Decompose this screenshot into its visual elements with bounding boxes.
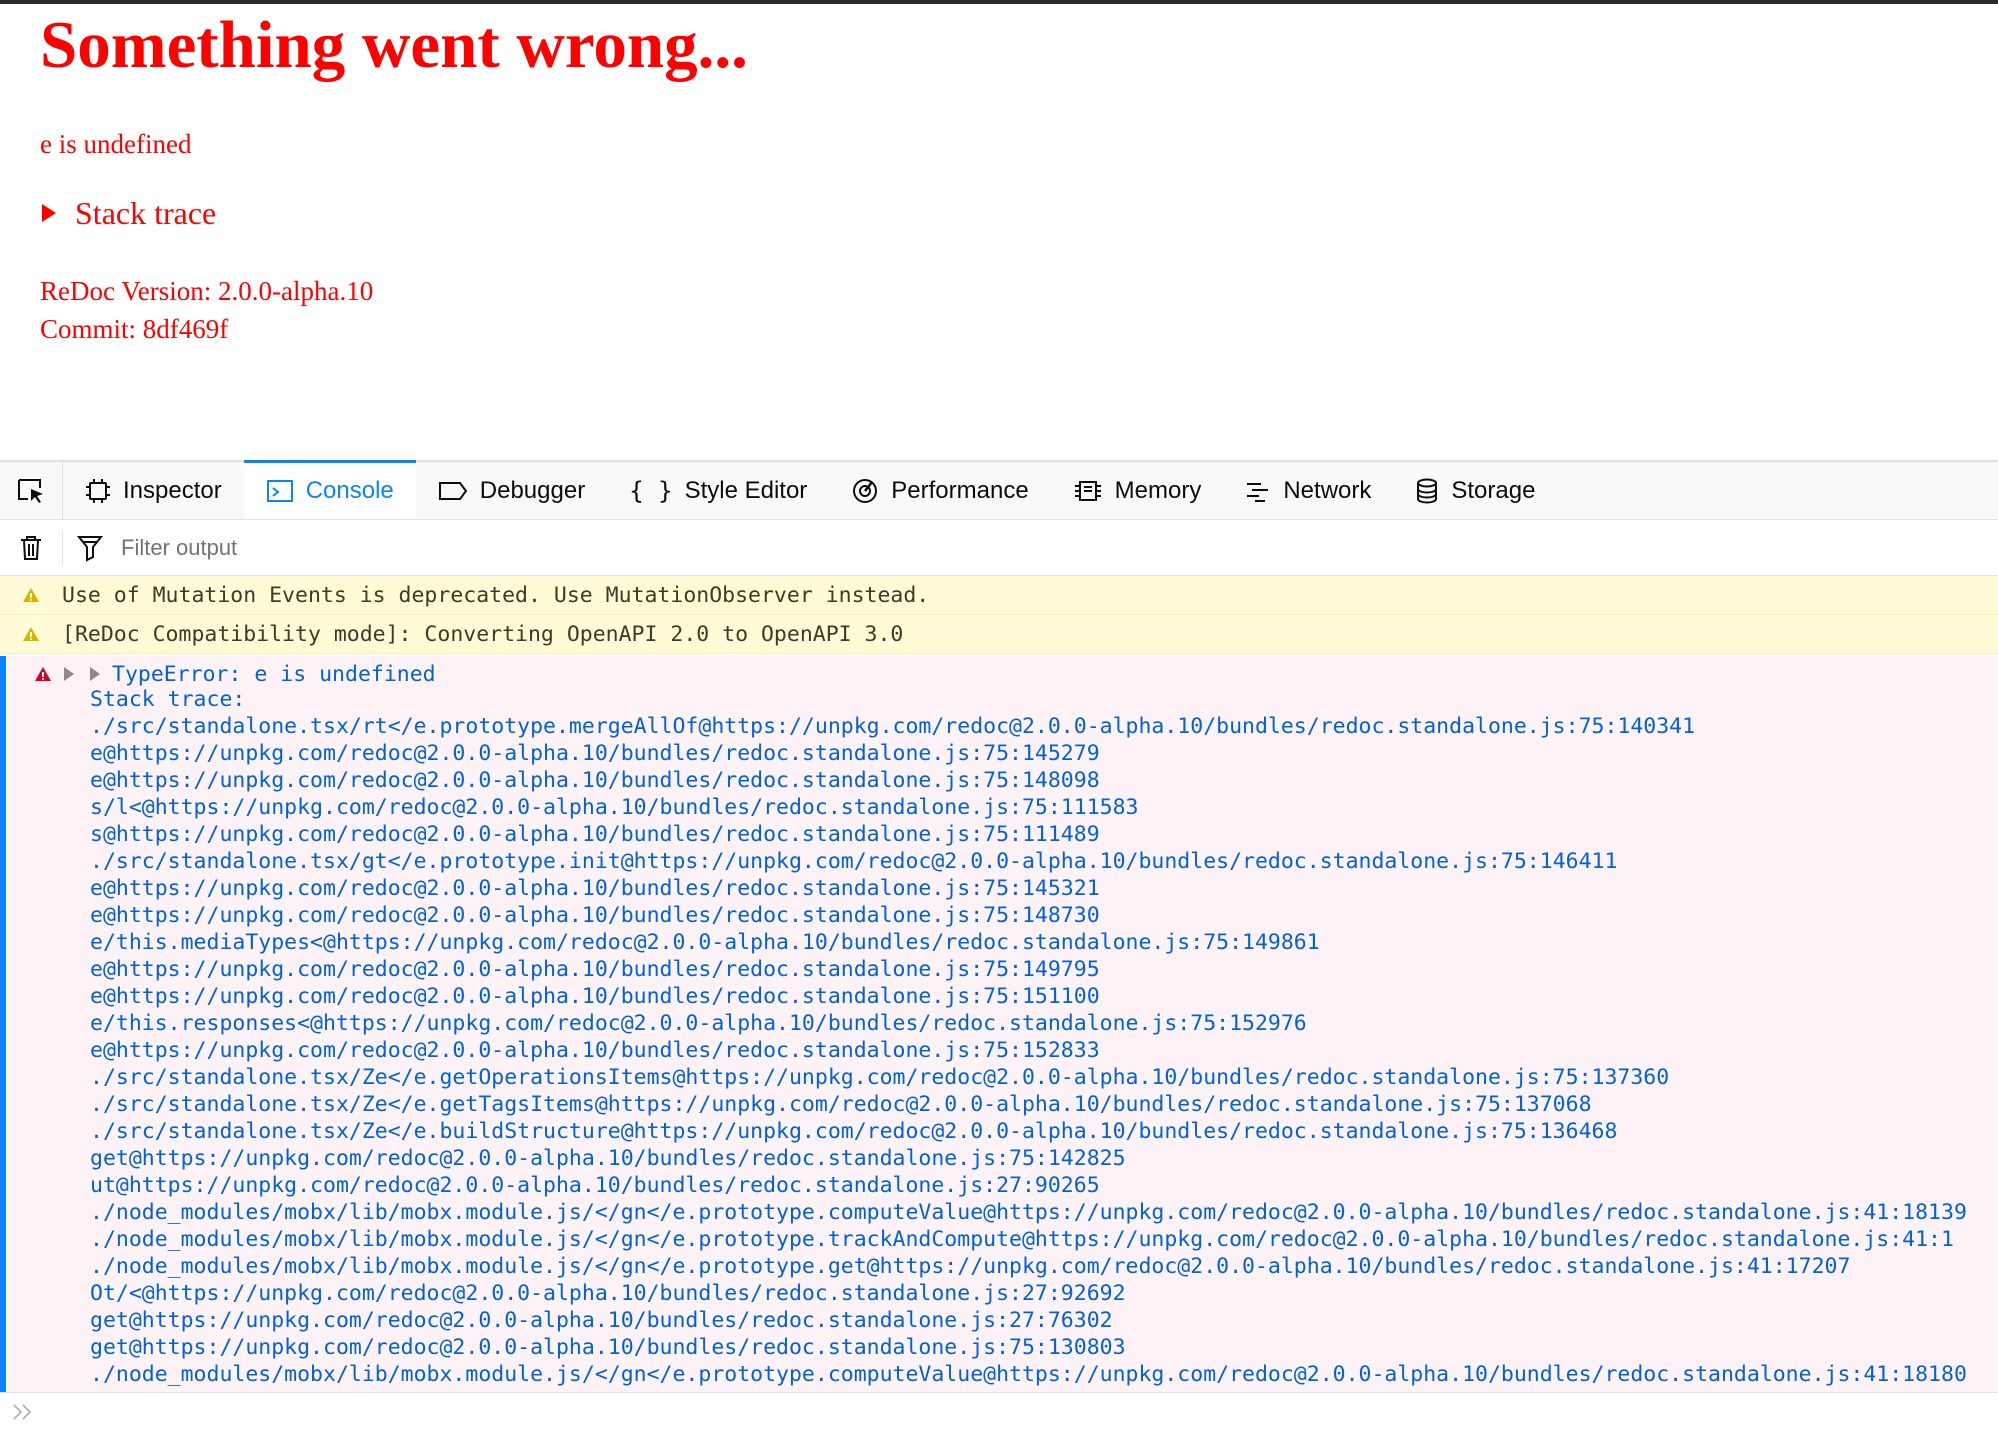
tab-style-editor[interactable]: { } Style Editor [607, 462, 829, 519]
filter-output-input[interactable] [119, 533, 723, 562]
stack-frame[interactable]: ./node_modules/mobx/lib/mobx.module.js/<… [90, 1226, 1967, 1253]
stack-frame[interactable]: e@https://unpkg.com/redoc@2.0.0-alpha.10… [90, 875, 1967, 902]
tab-network[interactable]: Network [1223, 462, 1393, 519]
style-editor-icon: { } [629, 476, 673, 505]
warning-icon [0, 587, 62, 603]
stack-frame[interactable]: e@https://unpkg.com/redoc@2.0.0-alpha.10… [90, 956, 1967, 983]
tab-label: Debugger [479, 476, 586, 504]
stack-trace-label: Stack trace [75, 195, 217, 231]
stack-frame[interactable]: ./src/standalone.tsx/rt</e.prototype.mer… [90, 713, 1967, 740]
stack-trace-frames: Stack trace: ./src/standalone.tsx/rt</e.… [90, 686, 1967, 1388]
stack-frame[interactable]: e@https://unpkg.com/redoc@2.0.0-alpha.10… [90, 983, 1967, 1010]
stack-frame[interactable]: e/this.mediaTypes<@https://unpkg.com/red… [90, 929, 1967, 956]
stack-frame[interactable]: ./node_modules/mobx/lib/mobx.module.js/<… [90, 1361, 1967, 1388]
tab-label: Inspector [123, 476, 222, 504]
tab-memory[interactable]: Memory [1051, 462, 1224, 519]
commit-hash: Commit: 8df469f [40, 314, 229, 344]
error-icon [35, 667, 51, 681]
storage-icon [1415, 477, 1439, 505]
console-output: Use of Mutation Events is deprecated. Us… [0, 576, 1998, 1392]
error-message: e is undefined [40, 129, 192, 159]
performance-icon [851, 477, 879, 505]
stack-trace-toggle[interactable]: Stack trace [40, 194, 216, 232]
stack-frame[interactable]: e@https://unpkg.com/redoc@2.0.0-alpha.10… [90, 740, 1967, 767]
warning-message: Use of Mutation Events is deprecated. Us… [62, 582, 930, 608]
console-warning-row: [ReDoc Compatibility mode]: Converting O… [0, 615, 1998, 654]
tab-label: Storage [1451, 476, 1536, 504]
devtools-toolbar: Inspector Console Debugger { } Style Edi… [0, 460, 1998, 520]
stack-frame[interactable]: e@https://unpkg.com/redoc@2.0.0-alpha.10… [90, 1037, 1967, 1064]
memory-icon [1073, 478, 1103, 504]
stack-frame[interactable]: e@https://unpkg.com/redoc@2.0.0-alpha.10… [90, 902, 1967, 929]
warning-message: [ReDoc Compatibility mode]: Converting O… [62, 621, 904, 647]
tab-label: Performance [891, 476, 1029, 504]
stack-frame[interactable]: ut@https://unpkg.com/redoc@2.0.0-alpha.1… [90, 1172, 1967, 1199]
stack-frame[interactable]: Ot/<@https://unpkg.com/redoc@2.0.0-alpha… [90, 1280, 1967, 1307]
redoc-error-page: Something went wrong... e is undefined S… [0, 4, 1998, 460]
stack-frame[interactable]: get@https://unpkg.com/redoc@2.0.0-alpha.… [90, 1334, 1967, 1361]
version-info: ReDoc Version: 2.0.0-alpha.10 Commit: 8d… [40, 272, 373, 348]
stack-frame[interactable]: e/this.responses<@https://unpkg.com/redo… [90, 1010, 1967, 1037]
tab-label: Network [1283, 476, 1372, 504]
console-filter-bar [0, 520, 1998, 576]
warning-icon [0, 626, 62, 642]
tab-label: Memory [1114, 476, 1202, 504]
debugger-icon [438, 479, 468, 503]
element-picker-icon [18, 478, 43, 503]
console-warning-row: Use of Mutation Events is deprecated. Us… [0, 576, 1998, 615]
stack-trace-label: Stack trace: [90, 687, 246, 712]
inspector-icon [85, 478, 111, 504]
console-input-row [0, 1392, 1998, 1431]
error-header[interactable]: TypeError: e is undefined [34, 660, 436, 688]
page-title: Something went wrong... [40, 8, 748, 82]
console-icon [266, 478, 294, 504]
expand-arrow-icon [64, 667, 74, 681]
disclosure-triangle-icon [42, 204, 56, 222]
tab-inspector[interactable]: Inspector [63, 462, 244, 519]
stack-frame[interactable]: s/l<@https://unpkg.com/redoc@2.0.0-alpha… [90, 794, 1967, 821]
stack-frame[interactable]: get@https://unpkg.com/redoc@2.0.0-alpha.… [90, 1145, 1967, 1172]
tab-performance[interactable]: Performance [829, 462, 1050, 519]
trash-icon [21, 535, 41, 560]
error-title: TypeError: e is undefined [112, 661, 436, 687]
selected-message-indicator [0, 656, 6, 1392]
stack-frame[interactable]: ./src/standalone.tsx/gt</e.prototype.ini… [90, 848, 1967, 875]
stack-frame[interactable]: ./src/standalone.tsx/Ze</e.getOperations… [90, 1064, 1967, 1091]
stack-frame[interactable]: get@https://unpkg.com/redoc@2.0.0-alpha.… [90, 1307, 1967, 1334]
tab-storage[interactable]: Storage [1393, 462, 1557, 519]
filter-icon [77, 534, 103, 562]
element-picker-button[interactable] [0, 462, 63, 519]
tab-debugger[interactable]: Debugger [416, 462, 607, 519]
stack-frame[interactable]: ./src/standalone.tsx/Ze</e.getTagsItems@… [90, 1091, 1967, 1118]
stack-frame[interactable]: ./src/standalone.tsx/Ze</e.buildStructur… [90, 1118, 1967, 1145]
redoc-version: ReDoc Version: 2.0.0-alpha.10 [40, 276, 374, 306]
clear-console-button[interactable] [0, 530, 63, 565]
tab-label: Style Editor [684, 476, 808, 504]
stack-frame[interactable]: s@https://unpkg.com/redoc@2.0.0-alpha.10… [90, 821, 1967, 848]
tab-console[interactable]: Console [243, 460, 416, 519]
devtools-panel: Inspector Console Debugger { } Style Edi… [0, 460, 1998, 1431]
chevron-right-icon [12, 1402, 34, 1422]
stack-frame[interactable]: e@https://unpkg.com/redoc@2.0.0-alpha.10… [90, 767, 1967, 794]
console-input[interactable] [44, 1399, 1998, 1425]
tab-label: Console [305, 476, 394, 504]
console-error-message: TypeError: e is undefined Stack trace: .… [0, 656, 1998, 1392]
stack-frame[interactable]: ./node_modules/mobx/lib/mobx.module.js/<… [90, 1199, 1967, 1226]
network-icon [1245, 479, 1271, 503]
stack-frame[interactable]: ./node_modules/mobx/lib/mobx.module.js/<… [90, 1253, 1967, 1280]
expand-arrow-icon [90, 667, 100, 681]
